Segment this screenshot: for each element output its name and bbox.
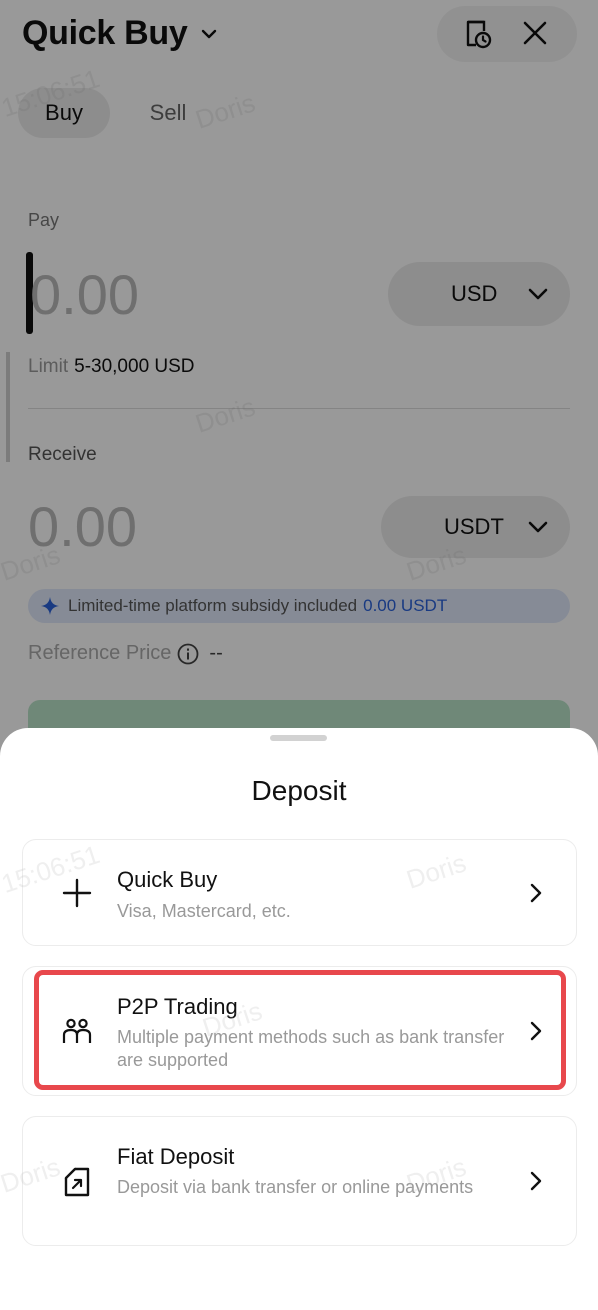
deposit-option-fiat-deposit[interactable]: Fiat Deposit Deposit via bank transfer o… bbox=[22, 1116, 577, 1246]
option-title: P2P Trading bbox=[117, 994, 238, 1019]
chevron-right-icon bbox=[530, 1021, 542, 1041]
chevron-right-icon bbox=[530, 883, 542, 903]
users-icon bbox=[62, 1018, 92, 1043]
deposit-option-quick-buy[interactable]: Quick Buy Visa, Mastercard, etc. bbox=[22, 839, 577, 946]
deposit-option-p2p-trading[interactable]: P2P Trading Multiple payment methods suc… bbox=[22, 966, 577, 1096]
option-description: Deposit via bank transfer or online paym… bbox=[117, 1177, 474, 1197]
option-title: Fiat Deposit bbox=[117, 1144, 235, 1169]
option-description: Multiple payment methods such as bank tr… bbox=[117, 1027, 505, 1070]
plus-icon bbox=[62, 878, 92, 908]
chevron-right-icon bbox=[530, 1171, 542, 1191]
option-title: Quick Buy bbox=[117, 867, 218, 892]
fiat-deposit-icon bbox=[64, 1167, 90, 1197]
deposit-bottom-sheet: Deposit Quick Buy Visa, Mastercard, etc.… bbox=[0, 728, 598, 1310]
sheet-drag-handle[interactable] bbox=[270, 735, 327, 741]
option-description: Visa, Mastercard, etc. bbox=[117, 901, 291, 921]
sheet-title: Deposit bbox=[251, 775, 347, 806]
